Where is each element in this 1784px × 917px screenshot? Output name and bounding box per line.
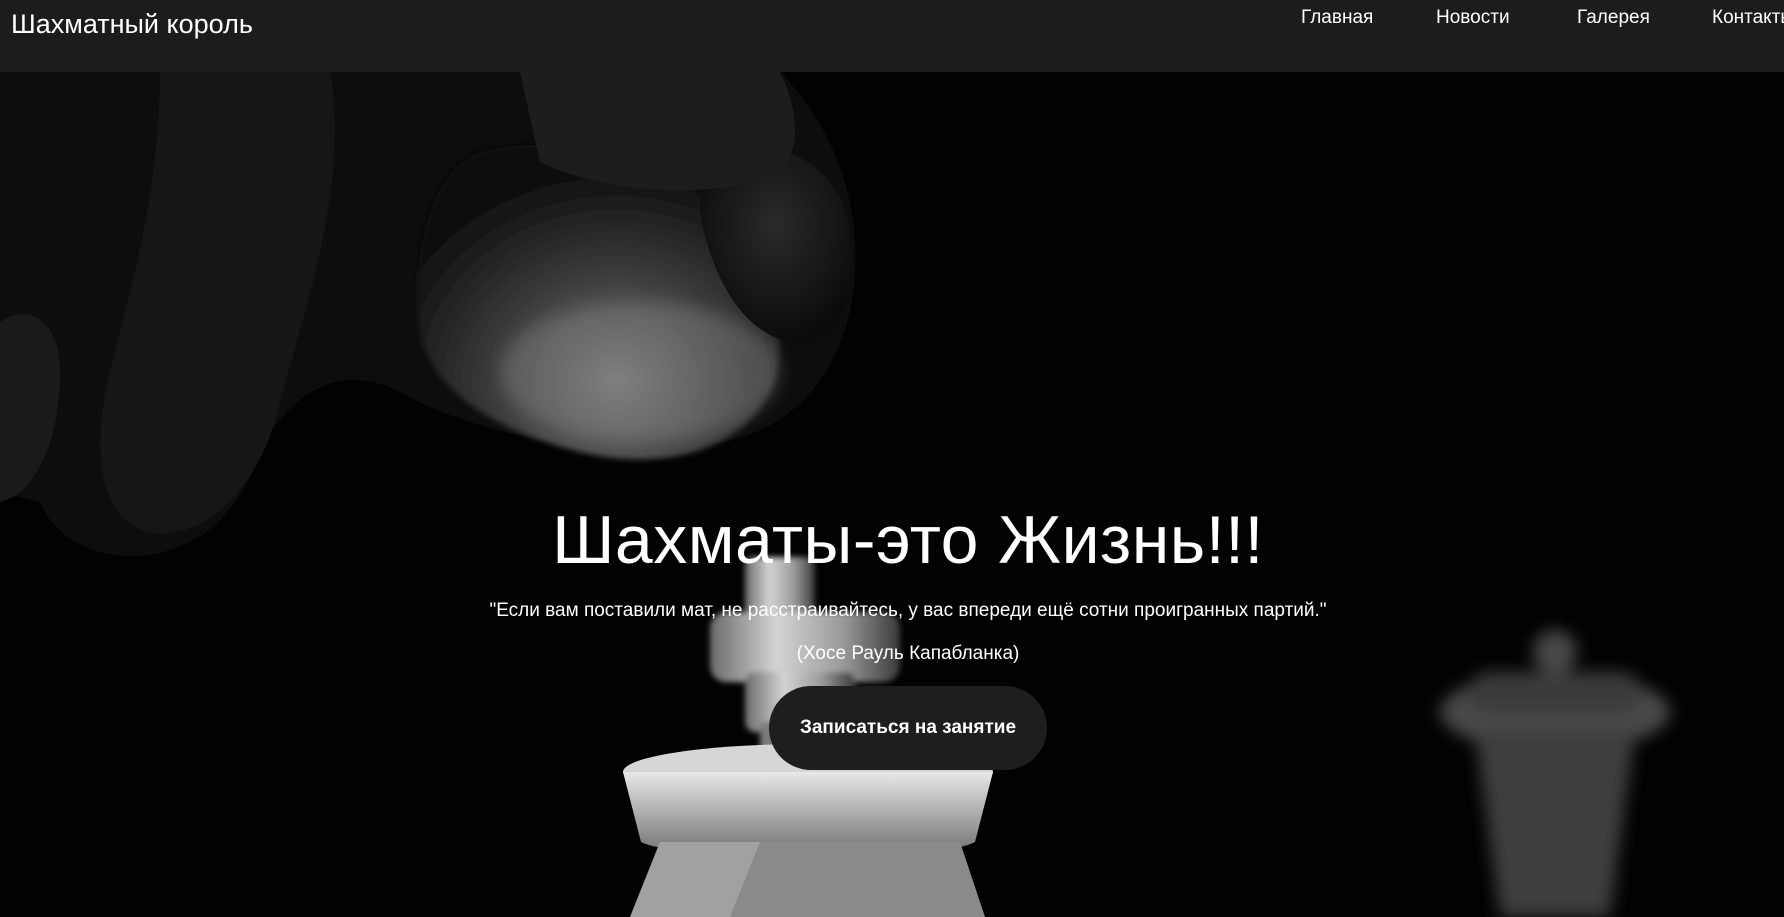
page: Шахматный король Главная Новости Галерея… — [0, 0, 1784, 917]
nav-link-home[interactable]: Главная — [1301, 6, 1373, 30]
site-header: Шахматный король Главная Новости Галерея… — [0, 0, 1784, 72]
main-nav: Главная Новости Галерея Контакты — [0, 0, 1784, 72]
hero-quote-author: (Хосе Рауль Капабланка) — [796, 643, 1020, 664]
hero-title: Шахматы-это Жизнь!!! — [552, 502, 1264, 578]
hero-content: Шахматы-это Жизнь!!! "Если вам поставили… — [0, 72, 1784, 917]
hero-section: Шахматы-это Жизнь!!! "Если вам поставили… — [0, 72, 1784, 917]
hero-quote: "Если вам поставили мат, не расстраивайт… — [489, 600, 1327, 621]
nav-link-contacts[interactable]: Контакты — [1712, 6, 1784, 30]
nav-link-news[interactable]: Новости — [1436, 6, 1510, 30]
nav-link-gallery[interactable]: Галерея — [1577, 6, 1650, 30]
signup-class-button[interactable]: Записаться на занятие — [769, 686, 1047, 770]
